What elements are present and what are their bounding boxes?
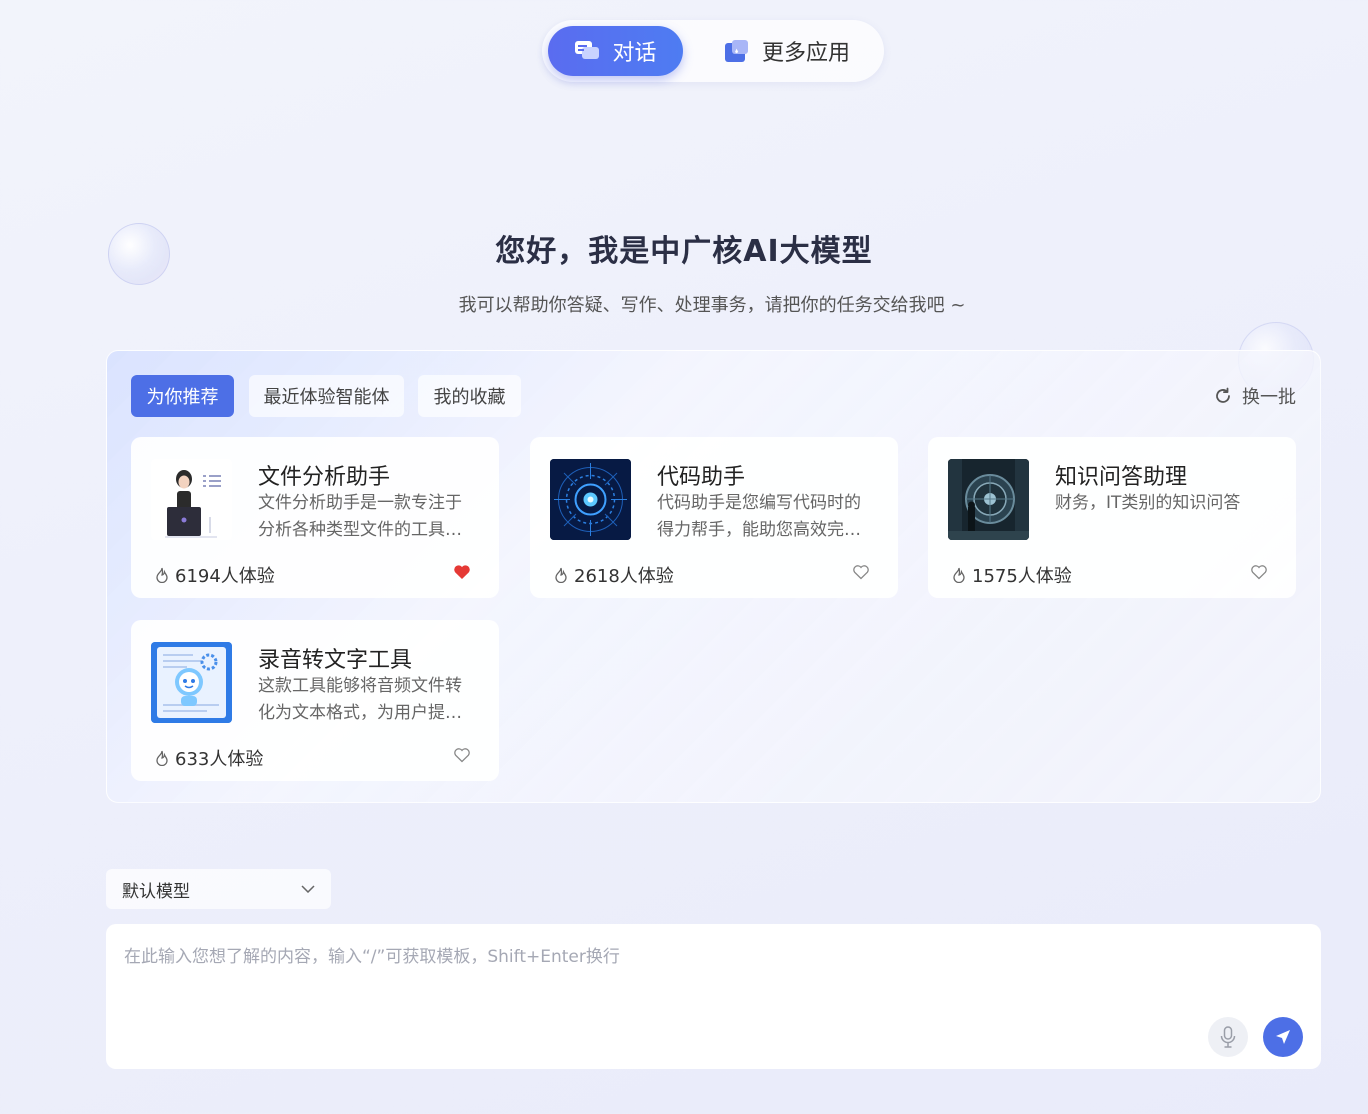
- agent-card-usage-text: 633人体验: [175, 749, 264, 770]
- agent-card-title: 代码助手: [657, 465, 746, 490]
- tab-more-apps-label: 更多应用: [762, 41, 851, 66]
- agent-card-usage: 6194人体验: [155, 562, 275, 588]
- agent-card-description: 代码助手是您编写代码时的 得力帮手，能助您高效完…: [657, 490, 877, 544]
- tab-recommended[interactable]: 为你推荐: [131, 375, 234, 417]
- agent-card-usage: 1575人体验: [952, 562, 1072, 588]
- heart-outline-icon[interactable]: [1250, 564, 1268, 580]
- agent-card-description-line: 文件分析助手是一款专注于: [258, 493, 462, 513]
- agent-card-description-line: 分析各种类型文件的工具…: [258, 520, 462, 540]
- apps-icon: [725, 40, 748, 62]
- heart-outline-icon[interactable]: [852, 564, 870, 580]
- agent-card-description-line: 化为文本格式，为用户提…: [258, 703, 462, 723]
- refresh-button[interactable]: 换一批: [1214, 383, 1296, 409]
- agent-card-description: 这款工具能够将音频文件转 化为文本格式，为用户提…: [258, 673, 478, 727]
- agent-card-usage-text: 1575人体验: [972, 566, 1072, 587]
- heart-outline-icon[interactable]: [453, 747, 471, 763]
- tab-recent-agents[interactable]: 最近体验智能体: [249, 375, 404, 417]
- send-button[interactable]: [1263, 1017, 1303, 1057]
- greeting-subtitle: 我可以帮助你答疑、写作、处理事务，请把你的任务交给我吧 ~: [0, 291, 1368, 317]
- agent-card-title: 录音转文字工具: [258, 648, 413, 673]
- agent-card-description-line: 财务，IT类别的知识问答: [1055, 493, 1241, 513]
- send-arrow-icon: [1276, 1030, 1290, 1044]
- agent-card-description: 财务，IT类别的知识问答: [1055, 490, 1275, 544]
- greeting-title: 您好，我是中广核AI大模型: [495, 234, 873, 269]
- voice-input-button[interactable]: [1208, 1017, 1248, 1057]
- agent-card-usage-text: 6194人体验: [175, 566, 275, 587]
- agent-card-title: 文件分析助手: [258, 465, 391, 490]
- agent-card-code-assistant[interactable]: 代码助手 代码助手是您编写代码时的 得力帮手，能助您高效完… 2618人体验: [530, 437, 898, 598]
- tab-more-apps[interactable]: 更多应用: [724, 26, 864, 76]
- heart-filled-icon[interactable]: [453, 564, 471, 580]
- agent-card-usage: 633人体验: [155, 745, 263, 771]
- tab-recent-agents-label: 最近体验智能体: [263, 387, 390, 408]
- microphone-icon: [1220, 1026, 1236, 1048]
- tab-chat-label: 对话: [612, 41, 657, 66]
- agent-card-description: 文件分析助手是一款专注于 分析各种类型文件的工具…: [258, 490, 478, 544]
- chat-input[interactable]: [124, 942, 1204, 1042]
- flame-icon: [953, 567, 965, 583]
- robot-document-illustration-icon: [151, 642, 232, 723]
- model-select-value: 默认模型: [122, 881, 190, 902]
- flame-icon: [156, 567, 168, 583]
- agent-card-usage: 2618人体验: [554, 562, 674, 588]
- tab-recommended-label: 为你推荐: [146, 387, 219, 408]
- chat-bubbles-icon: [575, 41, 600, 59]
- agent-recommend-panel: 为你推荐 最近体验智能体 我的收藏 换一批 文件分析助手 文件分析助手是一款专注…: [106, 350, 1321, 803]
- agent-card-description-line: 代码助手是您编写代码时的: [657, 493, 861, 513]
- office-woman-laptop-illustration-icon: [151, 459, 232, 540]
- chat-composer: [106, 924, 1321, 1069]
- tab-my-favorites-label: 我的收藏: [433, 387, 506, 408]
- agent-card-title: 知识问答助理: [1055, 465, 1188, 490]
- agent-card-description-line: 得力帮手，能助您高效完…: [657, 520, 861, 540]
- agent-card-knowledge-qa[interactable]: 知识问答助理 财务，IT类别的知识问答 1575人体验: [928, 437, 1296, 598]
- greeting-subtitle-text: 我可以帮助你答疑、写作、处理事务，请把你的任务交给我吧 ~: [458, 295, 966, 316]
- refresh-icon: [1216, 387, 1230, 403]
- chevron-down-icon: [301, 885, 315, 893]
- digital-circuit-target-image-icon: [550, 459, 631, 540]
- model-select[interactable]: 默认模型: [106, 869, 331, 909]
- mode-switcher: 对话 更多应用: [542, 20, 884, 82]
- flame-icon: [156, 750, 168, 766]
- agent-card-audio-to-text[interactable]: 录音转文字工具 这款工具能够将音频文件转 化为文本格式，为用户提… 633人体验: [131, 620, 499, 781]
- tab-chat[interactable]: 对话: [548, 26, 683, 76]
- flame-icon: [555, 567, 567, 583]
- agent-card-file-analysis[interactable]: 文件分析助手 文件分析助手是一款专注于 分析各种类型文件的工具… 6194人体验: [131, 437, 499, 598]
- agent-card-description-line: 这款工具能够将音频文件转: [258, 676, 462, 696]
- vault-door-scene-image-icon: [948, 459, 1029, 540]
- refresh-label: 换一批: [1242, 387, 1296, 408]
- tab-my-favorites[interactable]: 我的收藏: [418, 375, 521, 417]
- agent-card-usage-text: 2618人体验: [574, 566, 674, 587]
